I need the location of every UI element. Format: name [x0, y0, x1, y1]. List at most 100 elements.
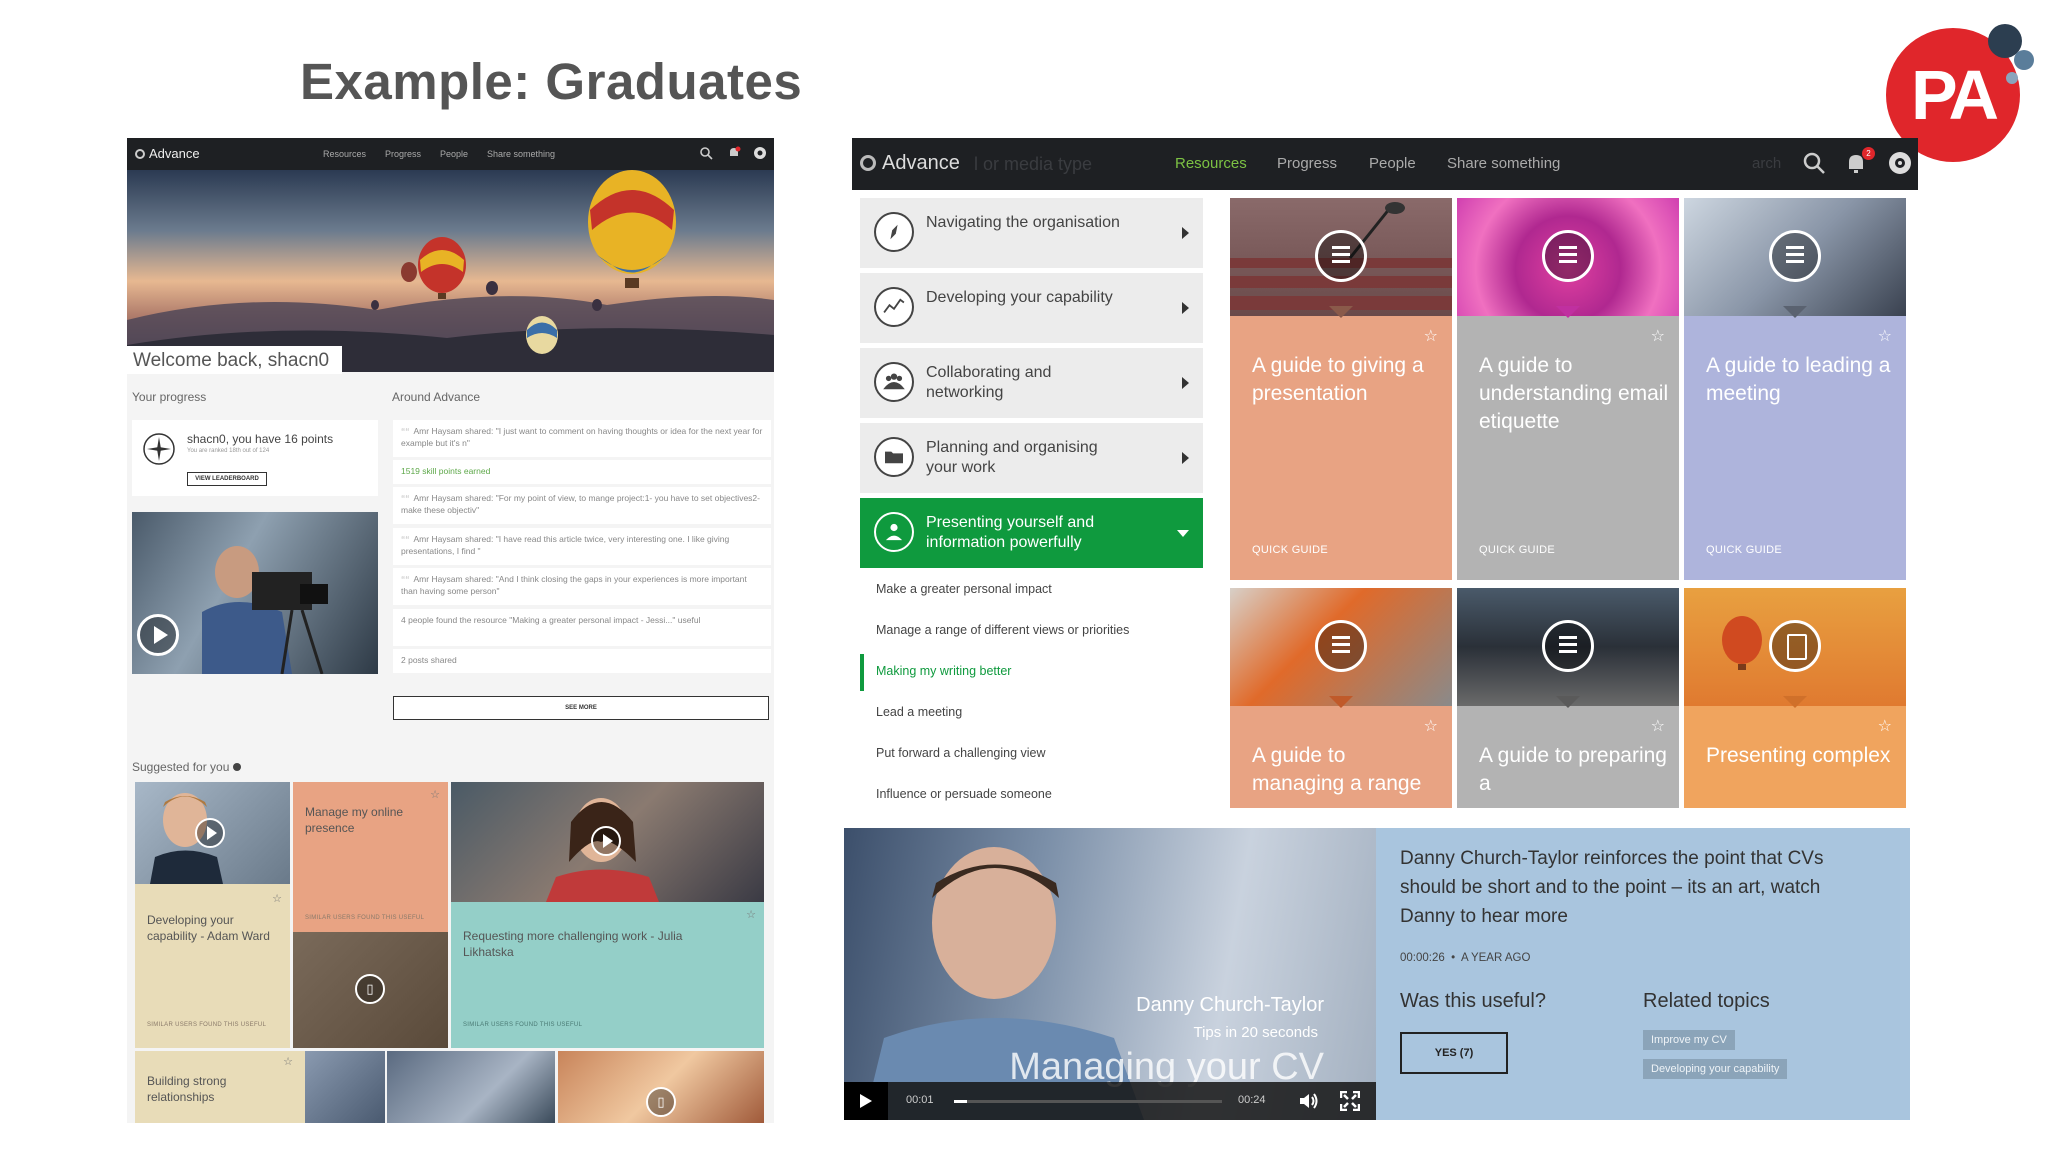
play-button[interactable] [844, 1082, 888, 1120]
submenu-item[interactable]: Make a greater personal impact [860, 572, 1203, 609]
quote-icon: ““ [401, 534, 410, 544]
info-icon[interactable] [232, 763, 241, 771]
nav-link-people[interactable]: People [1369, 155, 1416, 172]
video-player[interactable]: Danny Church-Taylor Tips in 20 seconds M… [844, 828, 1376, 1120]
feed-item[interactable]: ““ Amr Haysam shared: "For my point of vi… [393, 487, 771, 524]
tile-footer: SIMILAR USERS FOUND THIS USEFUL [147, 1022, 267, 1028]
document-icon[interactable]: ▯ [646, 1087, 676, 1117]
fullscreen-icon[interactable] [1340, 1091, 1360, 1111]
nav-link-progress[interactable]: Progress [385, 149, 421, 159]
chevron-down-icon [1177, 530, 1189, 537]
profile-icon[interactable] [1888, 151, 1912, 175]
suggested-tile[interactable]: ☆ Developing your capability - Adam Ward… [135, 782, 290, 1048]
star-icon[interactable]: ☆ [1651, 326, 1665, 346]
menu-item-collaborating[interactable]: Collaborating and networking [860, 348, 1203, 418]
yes-button[interactable]: YES (7) [1400, 1032, 1508, 1074]
view-leaderboard-button[interactable]: VIEW LEADERBOARD [187, 472, 267, 486]
nav-link-resources[interactable]: Resources [323, 149, 366, 159]
star-icon[interactable]: ☆ [1878, 716, 1892, 736]
guide-tile[interactable]: ☆ Presenting complex [1684, 588, 1906, 808]
document-icon[interactable] [1769, 620, 1821, 672]
search-icon[interactable] [1802, 151, 1826, 175]
brand-label: Advance [882, 152, 960, 174]
related-tag[interactable]: Improve my CV [1643, 1030, 1735, 1050]
list-icon[interactable] [1315, 620, 1367, 672]
menu-item-label: Presenting yourself and information powe… [926, 514, 1095, 551]
search-ghost-text: arch [1752, 155, 1782, 172]
submenu-item[interactable]: Lead a meeting [860, 695, 1203, 732]
feed-text: Amr Haysam shared: "For my point of view… [401, 493, 760, 515]
brand[interactable]: Advance [860, 152, 960, 175]
nav-link-progress[interactable]: Progress [1277, 155, 1337, 172]
submenu-item[interactable]: Influence or persuade someone [860, 777, 1203, 808]
submenu-item[interactable]: Manage a range of different views or pri… [860, 613, 1203, 650]
see-more-button[interactable]: SEE MORE [393, 696, 769, 720]
list-icon[interactable] [1769, 230, 1821, 282]
suggested-label-text: Suggested for you [132, 760, 230, 774]
logo-dot [2006, 72, 2018, 84]
quote-icon: ““ [401, 426, 410, 436]
nav-link-share-something[interactable]: Share something [487, 149, 555, 159]
menu-item-label: Developing your capability [926, 289, 1113, 306]
volume-icon[interactable] [1298, 1092, 1320, 1110]
crowd-image [305, 1051, 385, 1123]
crowd-photo-tile[interactable] [387, 1051, 555, 1123]
bell-icon[interactable] [727, 146, 741, 160]
suggested-tile[interactable]: ☆ Building strong relationships [135, 1051, 385, 1123]
suggested-tile[interactable]: ☆ Requesting more challenging work - Jul… [451, 782, 764, 1048]
compass-icon [874, 212, 914, 252]
list-icon[interactable] [1542, 230, 1594, 282]
menu-item-navigating[interactable]: Navigating the organisation [860, 198, 1203, 268]
star-icon[interactable]: ☆ [283, 1055, 293, 1068]
menu-item-planning[interactable]: Planning and organising your work [860, 423, 1203, 493]
star-icon[interactable]: ☆ [272, 892, 282, 905]
suggested-tile[interactable]: ☆ Manage my online presence SIMILAR USER… [293, 782, 448, 1048]
search-icon[interactable] [699, 146, 713, 160]
feed-item[interactable]: ““ Amr Haysam shared: "I have read this a… [393, 528, 771, 565]
chevron-right-icon [1182, 227, 1189, 239]
seek-bar[interactable] [954, 1100, 1222, 1103]
video-meta: 00:00:26 • A YEAR AGO [1400, 952, 1531, 964]
cooking-photo-tile[interactable]: ▯ [558, 1051, 764, 1123]
related-tag[interactable]: Developing your capability [1643, 1059, 1788, 1079]
brand[interactable]: Advance [135, 146, 200, 161]
guide-tile[interactable]: ☆ A guide to managing a range [1230, 588, 1452, 808]
search-placeholder-ghost: l or media type [974, 154, 1093, 174]
star-icon[interactable]: ☆ [1878, 326, 1892, 346]
feed-text: 4 people found the resource "Making a gr… [401, 615, 701, 625]
feed-item[interactable]: 4 people found the resource "Making a gr… [393, 609, 771, 646]
chevron-right-icon [1182, 452, 1189, 464]
balloon-scene [127, 170, 774, 372]
feed-item[interactable]: ““ Amr Haysam shared: "I just want to com… [393, 420, 771, 457]
guide-tile[interactable]: ☆ A guide to giving a presentation QUICK… [1230, 198, 1452, 580]
guide-tile[interactable]: ☆ A guide to preparing a [1457, 588, 1679, 808]
nav-link-people[interactable]: People [440, 149, 468, 159]
video-thumbnail-filming[interactable] [132, 512, 378, 674]
menu-item-developing[interactable]: Developing your capability [860, 273, 1203, 343]
play-button[interactable] [195, 818, 225, 848]
play-button[interactable] [591, 826, 621, 856]
profile-icon[interactable] [753, 146, 767, 160]
menu-item-presenting[interactable]: Presenting yourself and information powe… [860, 498, 1203, 568]
nav-link-share-something[interactable]: Share something [1447, 155, 1560, 172]
guide-tile[interactable]: ☆ A guide to leading a meeting QUICK GUI… [1684, 198, 1906, 580]
top-nav: Advance l or media type Resources Progre… [852, 138, 1918, 190]
submenu-item[interactable]: Put forward a challenging view [860, 736, 1203, 773]
star-icon[interactable]: ☆ [746, 908, 756, 921]
document-icon[interactable]: ▯ [355, 974, 385, 1004]
submenu-item-current[interactable]: Making my writing better [860, 654, 1203, 691]
star-icon[interactable]: ☆ [1424, 716, 1438, 736]
star-icon[interactable]: ☆ [430, 788, 440, 801]
star-icon[interactable]: ☆ [1424, 326, 1438, 346]
feed-text: 2 posts shared [401, 655, 457, 665]
guide-tile[interactable]: ☆ A guide to understanding email etiquet… [1457, 198, 1679, 580]
chevron-right-icon [1182, 302, 1189, 314]
list-icon[interactable] [1315, 230, 1367, 282]
person-thumbnail [135, 782, 290, 884]
star-icon[interactable]: ☆ [1651, 716, 1665, 736]
play-button[interactable] [137, 614, 179, 656]
menu-item-label: Planning and organising your work [926, 439, 1098, 476]
list-icon[interactable] [1542, 620, 1594, 672]
feed-item[interactable]: ““ Amr Haysam shared: "And I think closin… [393, 568, 771, 605]
nav-link-resources[interactable]: Resources [1175, 155, 1247, 172]
